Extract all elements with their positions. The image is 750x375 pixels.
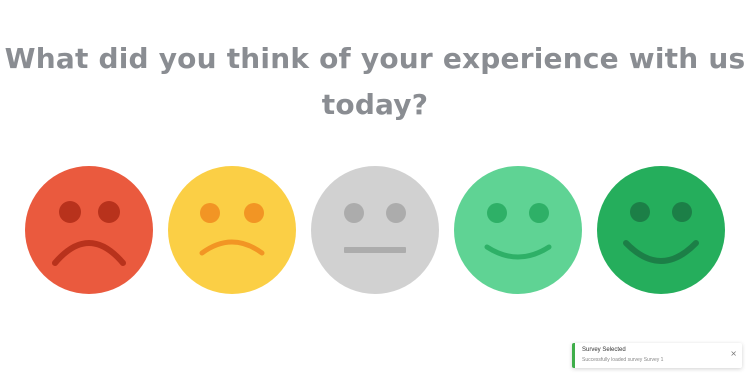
rating-options [0, 165, 750, 295]
notification-toast: Survey Selected Successfully loaded surv… [572, 343, 742, 368]
survey-question: What did you think of your experience wi… [4, 42, 746, 121]
rating-option-happy[interactable] [453, 165, 583, 295]
toast-message: Successfully loaded survey Survey 1 [582, 357, 664, 363]
toast-title: Survey Selected [582, 347, 626, 353]
close-icon[interactable]: × [730, 350, 737, 358]
rating-option-very-sad[interactable] [24, 165, 154, 295]
rating-option-neutral[interactable] [310, 165, 440, 295]
rating-option-very-happy[interactable] [596, 165, 726, 295]
very-sad-face-icon [25, 166, 153, 294]
very-happy-face-icon [597, 166, 725, 294]
sad-face-icon [168, 166, 296, 294]
neutral-face-icon [311, 166, 439, 294]
happy-face-icon [454, 166, 582, 294]
rating-option-sad[interactable] [167, 165, 297, 295]
